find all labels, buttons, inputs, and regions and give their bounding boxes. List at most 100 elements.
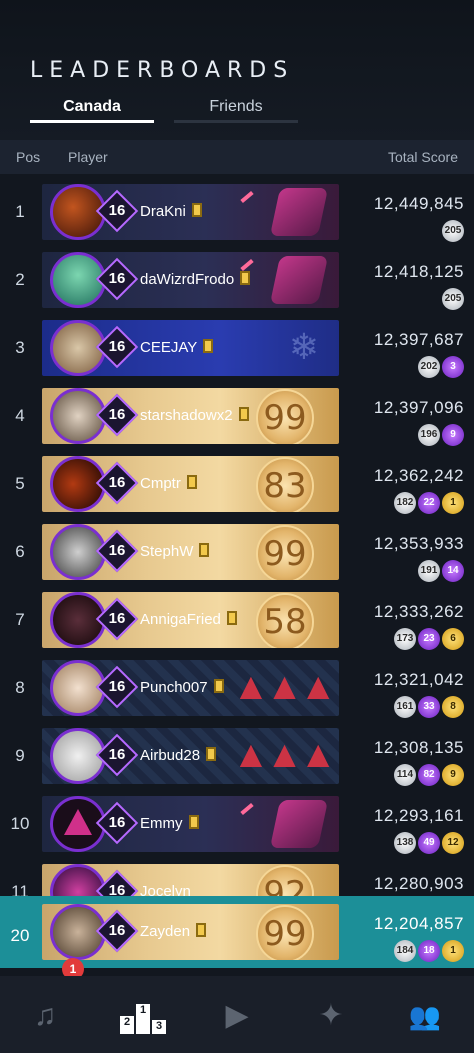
vip-badge-icon [213, 679, 224, 693]
tab-canada[interactable]: Canada [30, 98, 154, 123]
silver-medal-count: 161 [394, 696, 416, 718]
total-score: 12,397,687 [373, 330, 464, 349]
leaderboard-icon-third: 3 [152, 1020, 166, 1034]
player-name: Emmy [140, 815, 183, 832]
row-position: 6 [15, 542, 25, 561]
total-score: 12,449,845 [373, 194, 464, 213]
player-card[interactable]: 16 daWizrdFrodo [42, 252, 339, 308]
level-number: 16 [108, 814, 126, 831]
leaderboard-row[interactable]: 2 16 daWizrdFrodo 12,418,125 205 [0, 248, 474, 310]
play-icon: ▶ [225, 999, 249, 1032]
player-name-wrap: AnnigaFried [140, 611, 237, 628]
level-number: 16 [108, 474, 126, 491]
vip-badge-icon [199, 543, 210, 557]
total-score: 12,362,242 [373, 466, 464, 485]
player-name-wrap: Zayden [140, 923, 207, 940]
total-score: 12,280,903 [373, 874, 464, 893]
player-card[interactable]: ❄ 16 CEEJAY [42, 320, 339, 376]
silver-medal-count: 182 [394, 492, 416, 514]
player-card[interactable]: ▲▲▲ 16 Punch007 [42, 660, 339, 716]
silver-medal-count: 184 [394, 940, 416, 962]
player-card[interactable]: 58 16 AnnigaFried [42, 592, 339, 648]
score-badges: 184 18 1 [392, 940, 464, 962]
vip-badge-icon [206, 747, 217, 761]
leaderboard-row[interactable]: 5 83 16 Cmptr 12,362,242 182 22 1 [0, 452, 474, 514]
self-row-content[interactable]: 20 99 16 Zayden 12,204,857 184 18 1 [0, 900, 474, 962]
page-title: LEADERBOARDS [30, 58, 295, 83]
column-pos: Pos [16, 149, 41, 165]
level-number: 16 [108, 338, 126, 355]
gold-medal-count: 1 [442, 492, 464, 514]
sweater-pattern-icon: ▲▲▲ [232, 734, 337, 776]
medal-badge: 99 [256, 905, 314, 960]
leaderboard-row[interactable]: 9 ▲▲▲ 16 Airbud28 12,308,135 114 82 9 [0, 724, 474, 786]
level-number: 16 [108, 678, 126, 695]
player-name-wrap: Punch007 [140, 679, 224, 696]
gold-medal-count: 1 [442, 940, 464, 962]
score-badges: 161 33 8 [392, 696, 464, 718]
column-header: Pos Player Total Score [0, 140, 474, 174]
leaderboard-row[interactable]: 4 99 16 starshadowx2 12,397,096 196 9 [0, 384, 474, 446]
player-name: AnnigaFried [140, 611, 221, 628]
silver-medal-count: 191 [418, 560, 440, 582]
silver-medal-count: 202 [418, 356, 440, 378]
vip-badge-icon [238, 407, 249, 421]
nav-ticket[interactable]: ✦ [308, 996, 354, 1036]
row-position: 1 [15, 202, 25, 221]
player-card[interactable]: 83 16 Cmptr [42, 456, 339, 512]
player-name-wrap: daWizrdFrodo [140, 271, 251, 288]
card-decoration-stripe [240, 190, 254, 204]
tab-friends-underline [174, 120, 298, 123]
level-number: 16 [108, 202, 126, 219]
purple-medal-count: 9 [442, 424, 464, 446]
row-position: 3 [15, 338, 25, 357]
nav-friends[interactable]: 👥 [402, 996, 448, 1036]
player-card[interactable]: 99 16 StephW [42, 524, 339, 580]
player-name: daWizrdFrodo [140, 271, 235, 288]
player-name-wrap: starshadowx2 [140, 407, 249, 424]
leaderboard-row[interactable]: 8 ▲▲▲ 16 Punch007 12,321,042 161 33 8 [0, 656, 474, 718]
player-name: Punch007 [140, 679, 208, 696]
total-score: 12,293,161 [373, 806, 464, 825]
score-badges: 114 82 9 [392, 764, 464, 786]
player-name-wrap: CEEJAY [140, 339, 214, 356]
row-position: 20 [10, 926, 30, 945]
vip-badge-icon [196, 923, 207, 937]
purple-medal-count: 22 [418, 492, 440, 514]
card-decoration-stripe [240, 802, 254, 816]
vip-badge-icon [186, 475, 197, 489]
player-card[interactable]: ▲▲▲ 16 Airbud28 [42, 728, 339, 784]
player-name: DraKni [140, 203, 186, 220]
gold-medal-count: 8 [442, 696, 464, 718]
purple-medal-count: 33 [418, 696, 440, 718]
top-header: LEADERBOARDS Canada Friends [0, 0, 474, 140]
gold-medal-count: 6 [442, 628, 464, 650]
tab-friends[interactable]: Friends [174, 98, 298, 123]
score-badges: 205 [440, 288, 464, 310]
player-card[interactable]: 99 16 Zayden [42, 904, 339, 960]
player-name: Zayden [140, 923, 191, 940]
nav-play[interactable]: ▶ [214, 996, 260, 1036]
purple-medal-count: 23 [418, 628, 440, 650]
level-number: 16 [108, 270, 126, 287]
leaderboard-row[interactable]: 6 99 16 StephW 12,353,933 191 14 [0, 520, 474, 582]
leaderboard-row[interactable]: 7 58 16 AnnigaFried 12,333,262 173 23 6 [0, 588, 474, 650]
nav-leaderboard[interactable]: 2 1 3 [120, 994, 166, 1034]
total-score: 12,308,135 [373, 738, 464, 757]
leaderboard-row[interactable]: 10 16 Emmy 12,293,161 138 49 12 [0, 792, 474, 854]
silver-medal-count: 138 [394, 832, 416, 854]
total-score: 12,333,262 [373, 602, 464, 621]
level-number: 16 [108, 746, 126, 763]
nav-music[interactable]: ♫ [22, 996, 68, 1036]
player-card[interactable]: 16 DraKni [42, 184, 339, 240]
score-badges: 138 49 12 [392, 832, 464, 854]
leaderboard-row[interactable]: 1 16 DraKni 12,449,845 205 [0, 180, 474, 242]
player-card[interactable]: 16 Emmy [42, 796, 339, 852]
score-badges: 173 23 6 [392, 628, 464, 650]
player-name-wrap: DraKni [140, 203, 202, 220]
purple-medal-count: 82 [418, 764, 440, 786]
player-card[interactable]: 99 16 starshadowx2 [42, 388, 339, 444]
vip-badge-icon [188, 815, 199, 829]
leaderboard-row[interactable]: 3 ❄ 16 CEEJAY 12,397,687 202 3 [0, 316, 474, 378]
medal-badge: 99 [256, 525, 314, 580]
